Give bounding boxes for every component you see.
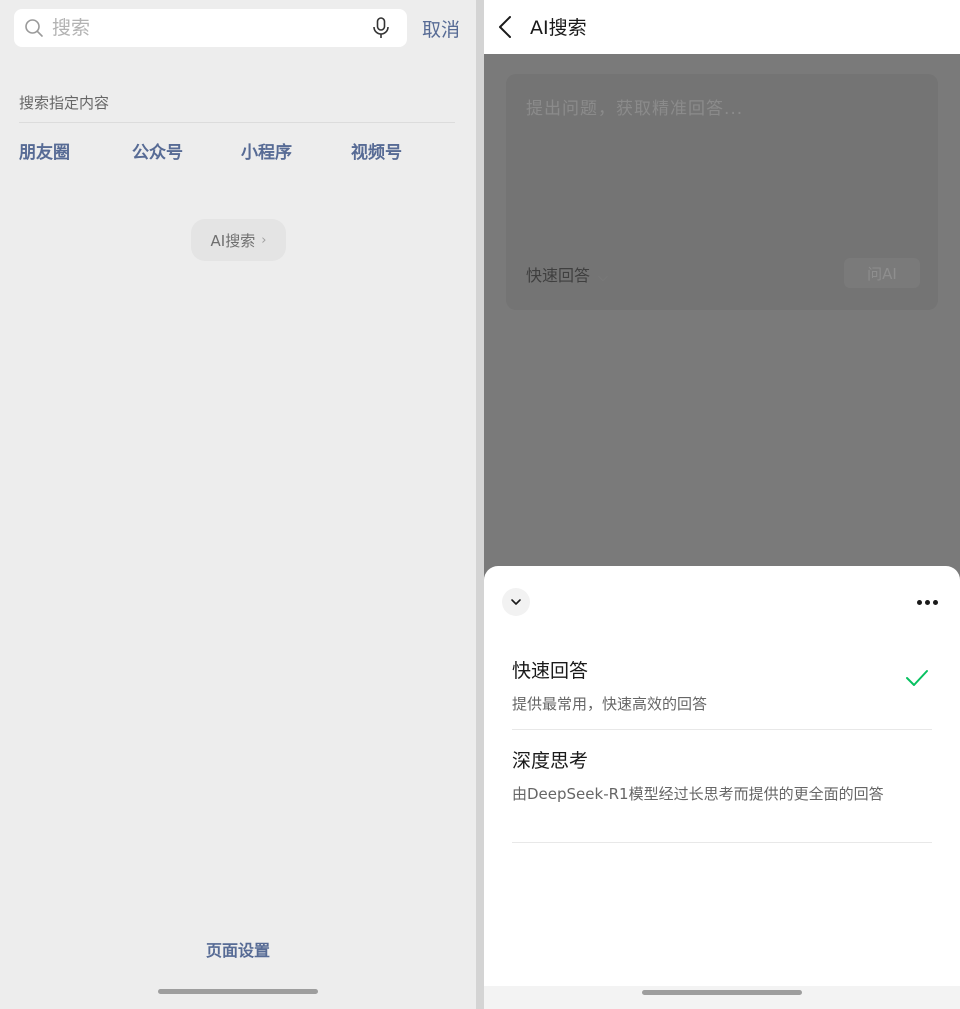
mode-bottom-sheet: 快速回答 提供最常用，快速高效的回答 深度思考 由DeepSeek-R1模型经过…: [484, 566, 960, 1009]
chevron-right-icon: ›: [261, 232, 267, 248]
ai-search-chip[interactable]: AI搜索 ›: [191, 219, 286, 261]
mode-selector-label: 快速回答: [526, 266, 591, 285]
search-box[interactable]: [14, 9, 407, 47]
option-desc: 由DeepSeek-R1模型经过长思考而提供的更全面的回答: [512, 785, 884, 803]
microphone-icon[interactable]: [371, 17, 391, 39]
back-arrow-icon[interactable]: [498, 15, 512, 39]
chevron-down-icon: [511, 599, 521, 605]
option-title: 快速回答: [512, 660, 589, 682]
option-divider: [512, 842, 932, 843]
search-icon: [25, 19, 43, 37]
page-title: AI搜索: [530, 17, 587, 39]
option-deep-thinking[interactable]: 深度思考 由DeepSeek-R1模型经过长思考而提供的更全面的回答: [512, 746, 932, 805]
option-title: 深度思考: [512, 750, 589, 772]
page-settings-link[interactable]: 页面设置: [0, 937, 476, 961]
section-title: 搜索指定内容: [19, 94, 110, 112]
search-input[interactable]: [52, 9, 362, 47]
home-indicator: [158, 989, 318, 994]
checkmark-icon: [906, 670, 928, 686]
collapse-button[interactable]: [502, 588, 530, 616]
search-page: 取消 搜索指定内容 朋友圈 公众号 小程序 视频号 AI搜索 › 页面设置: [0, 0, 476, 1009]
ai-search-page: AI搜索 提出问题，获取精准回答... 快速回答 ⌵ 问AI 快速回答 提供最常用…: [484, 0, 960, 1009]
category-mini-programs[interactable]: 小程序: [241, 138, 292, 163]
mode-selector[interactable]: 快速回答 ⌵: [526, 262, 608, 286]
ai-search-chip-label: AI搜索: [210, 231, 256, 250]
option-desc: 提供最常用，快速高效的回答: [512, 695, 708, 713]
category-channels[interactable]: 视频号: [351, 138, 402, 163]
cancel-button[interactable]: 取消: [422, 15, 460, 42]
chevron-down-icon: ⌵: [598, 270, 608, 285]
ask-ai-button[interactable]: 问AI: [844, 258, 920, 288]
section-divider: [19, 122, 455, 123]
category-moments[interactable]: 朋友圈: [19, 138, 70, 163]
pane-divider: [476, 0, 484, 1009]
question-input-card[interactable]: 提出问题，获取精准回答... 快速回答 ⌵ 问AI: [506, 74, 938, 310]
option-divider: [512, 729, 932, 730]
category-official-accounts[interactable]: 公众号: [132, 138, 183, 163]
home-indicator: [642, 990, 802, 995]
option-quick-answer[interactable]: 快速回答 提供最常用，快速高效的回答: [512, 656, 932, 715]
search-bar: 取消: [14, 9, 466, 47]
question-placeholder[interactable]: 提出问题，获取精准回答...: [526, 94, 743, 119]
nav-header: AI搜索: [484, 0, 960, 54]
more-icon[interactable]: [912, 590, 942, 614]
